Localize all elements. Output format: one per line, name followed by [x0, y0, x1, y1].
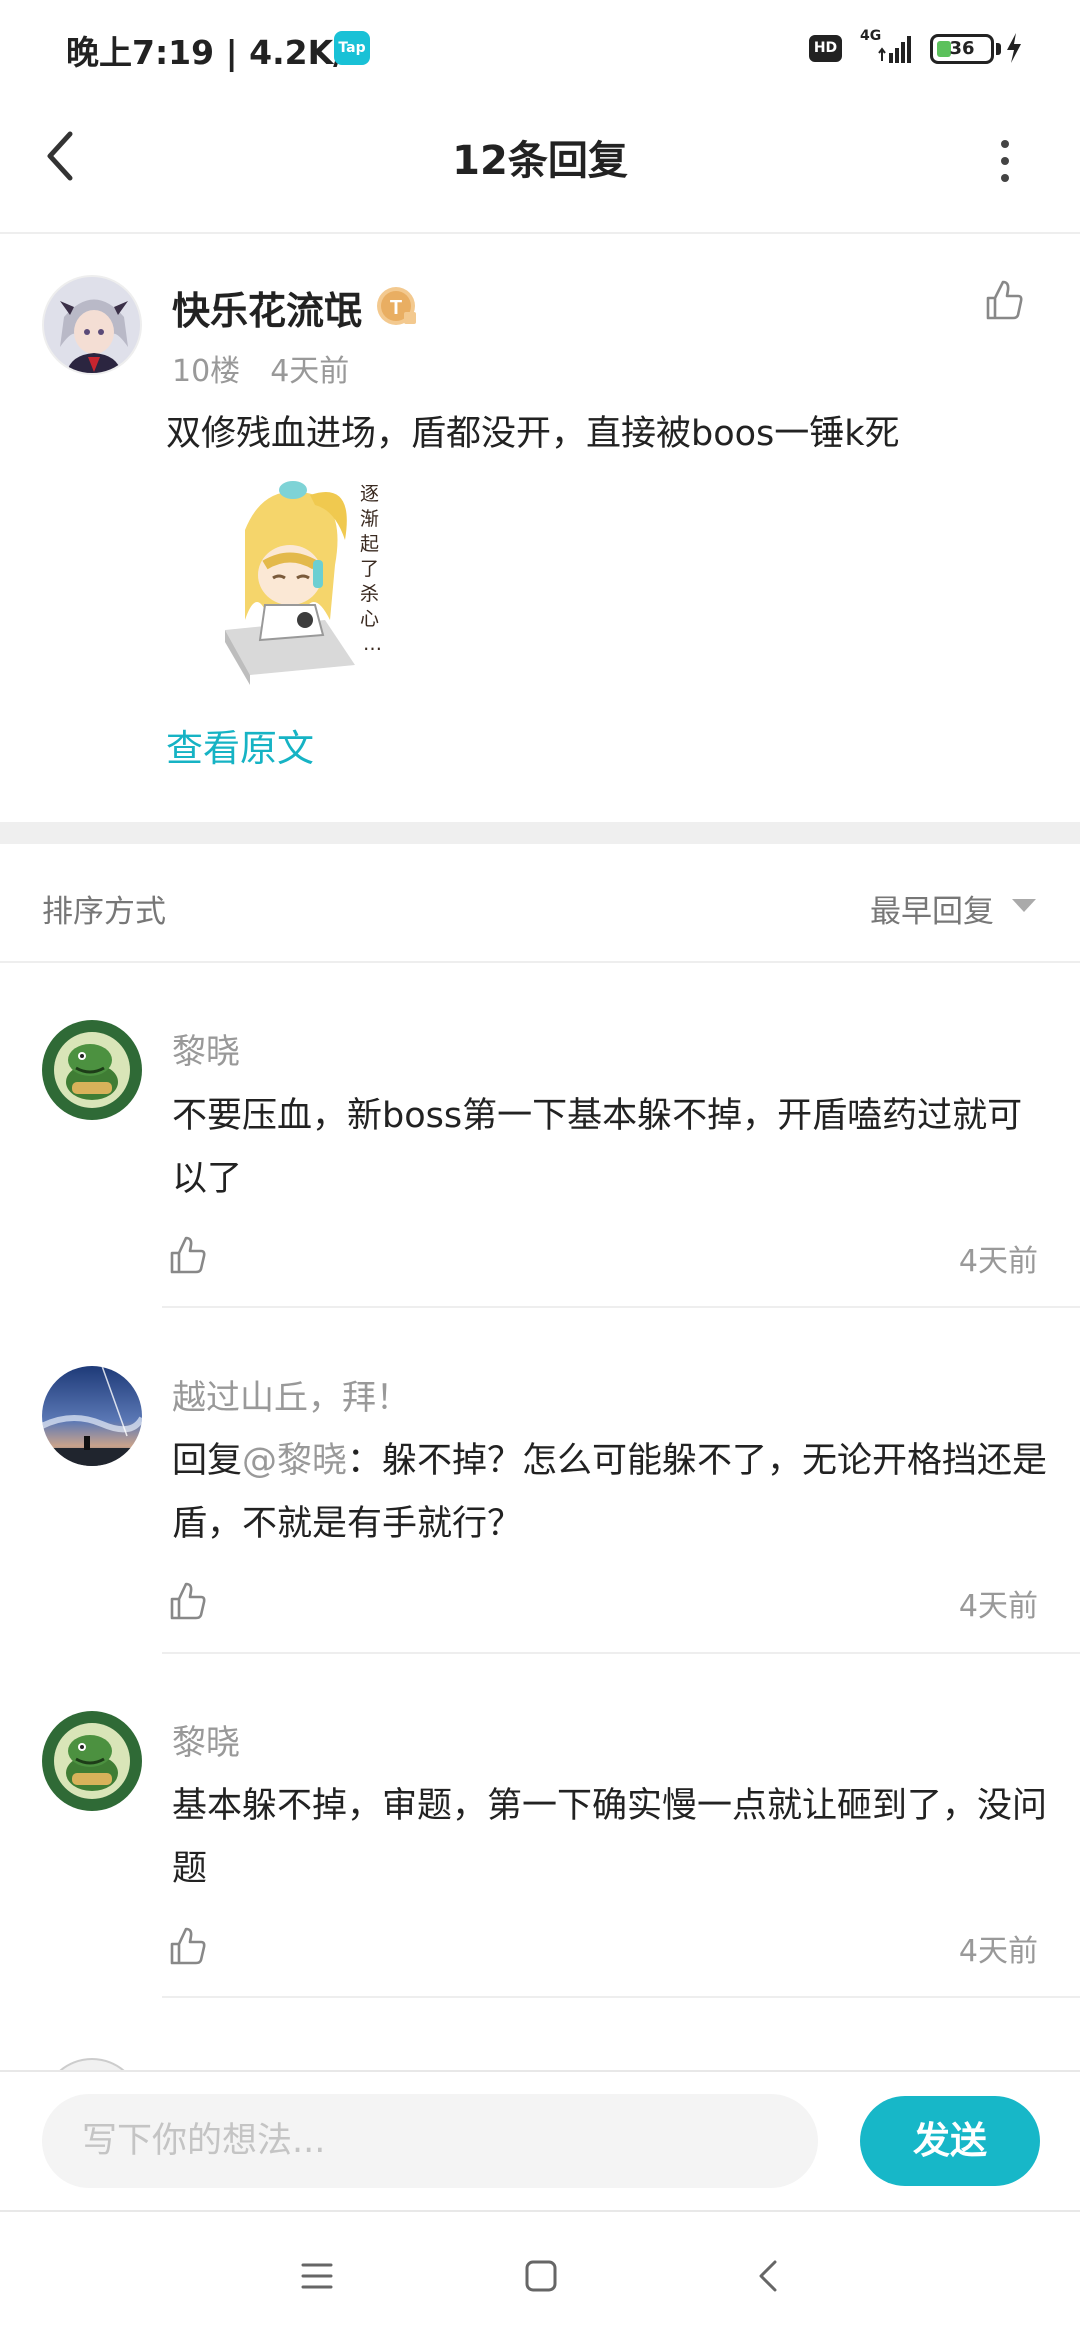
reply-time: 4天前 [958, 1244, 1038, 1279]
reply-avatar[interactable] [42, 1366, 142, 1466]
header-divider [0, 232, 1080, 234]
reply-author-name[interactable]: 越过山丘，拜！ [172, 1370, 410, 1419]
sky-avatar-image [42, 1366, 142, 1466]
comment-input[interactable] [42, 2094, 818, 2188]
more-options-icon[interactable] [990, 136, 1020, 186]
reply-content: 不要压血，新boss第一下基本躲不掉，开盾嗑药过就可以了 [172, 1096, 1023, 1199]
reply-content: 回复@黎晓：躲不掉？怎么可能躲不了，无论开格挡还是盾，不就是有手就行？ [172, 1430, 1052, 1556]
reply-content: 基本躲不掉，审题，第一下确实慢一点就让砸到了，没问题 [172, 1786, 1048, 1889]
level-badge-letter: T [390, 297, 402, 319]
send-button[interactable]: 发送 [860, 2096, 1040, 2186]
charging-bolt-icon [1007, 33, 1021, 63]
sort-label: 排序方式 [42, 894, 166, 930]
back-icon[interactable] [749, 2256, 789, 2296]
reply-author-name[interactable]: 黎晓 [172, 1024, 240, 1073]
page-title: 12条回复 [452, 138, 628, 184]
dinosaur-avatar-image [42, 1020, 142, 1120]
sticker-caption-text: 逐 渐 起 了 杀 心 … [360, 483, 385, 655]
reply-time: 4天前 [958, 1589, 1038, 1624]
view-original-link[interactable]: 查看原文 [166, 718, 314, 772]
taptap-notification-icon: Tap [334, 31, 370, 65]
battery-tip [996, 43, 1001, 55]
author-name[interactable]: 快乐花流氓 [172, 280, 362, 335]
reply-time: 4天前 [958, 1934, 1038, 1969]
reply-divider [162, 1996, 1080, 1998]
thumbs-up-icon[interactable] [168, 1925, 208, 1967]
reply-divider [162, 1306, 1080, 1308]
battery-percent: 36 [949, 38, 975, 59]
section-divider [0, 822, 1080, 844]
reply-avatar[interactable] [42, 1711, 142, 1811]
author-avatar-image [44, 277, 140, 373]
reply-author-name[interactable]: 黎晓 [172, 1715, 240, 1764]
status-bar: 晚上7:19 | 4.2K/s Tap HD 4G 36 [0, 0, 1080, 96]
sort-divider [0, 961, 1080, 963]
mention-link[interactable]: @黎晓 [242, 1441, 347, 1481]
hd-voice-icon: HD [809, 35, 842, 62]
battery-icon: 36 [930, 34, 994, 64]
thumbs-up-icon[interactable] [984, 278, 1024, 322]
home-icon[interactable] [521, 2256, 561, 2296]
sort-dropdown[interactable]: 最早回复 [870, 886, 994, 931]
thumbs-up-icon[interactable] [168, 1580, 208, 1622]
dinosaur-avatar-image [42, 1711, 142, 1811]
status-time: 晚上7:19 | 4.2K/s [66, 33, 365, 72]
author-avatar[interactable] [42, 275, 142, 375]
floor-number: 10楼 [172, 354, 241, 389]
thumbs-up-icon[interactable] [168, 1234, 208, 1276]
post-time: 4天前 [270, 354, 350, 389]
level-badge-icon: T [377, 287, 416, 325]
reply-divider [162, 1652, 1080, 1654]
sticker-image: 逐 渐 起 了 杀 心 … [205, 470, 395, 690]
reply-avatar[interactable] [42, 1020, 142, 1120]
chevron-down-icon[interactable] [1012, 899, 1036, 912]
navbar-divider [0, 2210, 1080, 2212]
post-content: 双修残血进场，盾都没开，直接被boos一锤k死 [166, 414, 900, 454]
menu-icon[interactable] [297, 2256, 337, 2296]
post-meta: 10楼 4天前 [172, 346, 379, 390]
reply-prefix: 回复 [172, 1441, 243, 1481]
composer-divider [0, 2070, 1080, 2072]
signal-icon [878, 36, 911, 63]
next-reply-avatar-peek [42, 2058, 142, 2070]
